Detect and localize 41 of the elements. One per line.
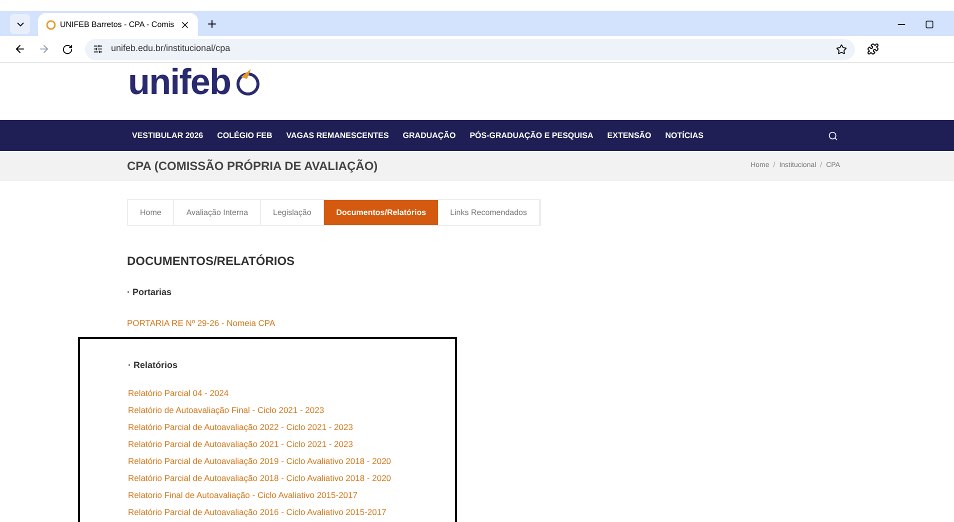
close-icon[interactable] (180, 20, 190, 30)
page-tab[interactable]: Home (128, 200, 174, 225)
bookmark-icon[interactable] (836, 44, 847, 54)
subsection-title: · Relatórios (128, 358, 179, 372)
nav-link[interactable]: VESTIBULAR 2026 (132, 130, 204, 142)
address-bar[interactable]: unifeb.edu.br/institucional/cpa (85, 38, 855, 60)
url-text: unifeb.edu.br/institucional/cpa (111, 42, 230, 56)
browser-tab[interactable]: UNIFEB Barretos - CPA - Comis (38, 13, 198, 36)
forward-icon[interactable] (38, 43, 50, 55)
back-icon[interactable] (14, 43, 26, 55)
new-tab-icon[interactable] (206, 18, 218, 30)
document-link[interactable]: Relatório Parcial de Autoavaliação 2018 - Ciclo Avaliativo 2018 - 2020 (128, 471, 455, 486)
nav-link[interactable]: PÓS-GRADUAÇÃO E PESQUISA (470, 130, 594, 142)
subsection-title: · Portarias (127, 286, 173, 299)
site-logo[interactable]: unifeb (128, 64, 231, 100)
search-icon[interactable] (828, 130, 838, 140)
nav-link[interactable]: COLÉGIO FEB (217, 130, 272, 142)
document-link[interactable]: Relatório Parcial de Autoavaliação 2022 - Ciclo 2021 - 2023 (128, 420, 455, 435)
nav-link[interactable]: GRADUAÇÃO (402, 130, 456, 142)
page-tab[interactable]: Avaliação Interna (174, 200, 262, 225)
page-tab[interactable]: Documentos/Relatórios (324, 200, 438, 225)
document-link[interactable]: Relatorio Final de Autoavaliação - Ciclo Avaliativo 2015-2017 (128, 488, 455, 503)
document-link[interactable]: Relatório Parcial de Autoavaliação 2021 - Ciclo 2021 - 2023 (128, 437, 455, 452)
page-tab[interactable]: Links Recomendados (438, 200, 540, 225)
tab-list-button[interactable] (10, 14, 30, 34)
maximize-icon[interactable] (925, 20, 934, 29)
extensions-icon[interactable] (867, 43, 879, 55)
nav-link[interactable]: EXTENSÃO (607, 130, 652, 142)
section-heading: DOCUMENTOS/RELATÓRIOS (127, 253, 296, 270)
document-link[interactable]: Relatório Parcial de Autoavaliação 2019 - Ciclo Avaliativo 2018 - 2020 (128, 454, 455, 469)
site-settings-icon[interactable] (93, 44, 103, 54)
reload-icon[interactable] (62, 44, 73, 54)
nav-link[interactable]: VAGAS REMANESCENTES (286, 130, 389, 142)
document-link[interactable]: Relatório de Autoavaliação Final - Ciclo 2021 - 2023 (128, 403, 455, 418)
logo-icon (46, 20, 56, 30)
page-title: CPA (COMISSÃO PRÓPRIA DE AVALIAÇÃO) (127, 158, 378, 175)
nav-link[interactable]: NOTÍCIAS (665, 130, 704, 142)
document-link[interactable]: PORTARIA RE Nº 29-26 - Nomeia CPA (127, 316, 954, 330)
tab-title: UNIFEB Barretos - CPA - Comis (60, 18, 176, 30)
document-link[interactable]: Relatório Parcial 04 - 2024 (128, 386, 455, 401)
document-link[interactable]: Relatório Parcial de Autoavaliação 2016 - Ciclo Avaliativo 2015-2017 (128, 505, 455, 520)
